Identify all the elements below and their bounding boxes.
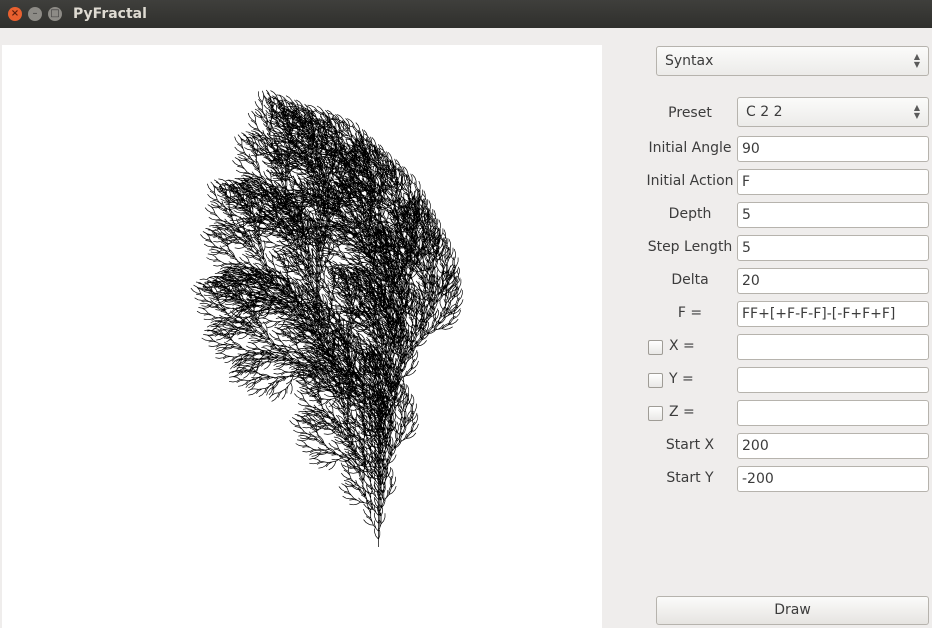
fractal-path [190, 89, 464, 547]
start-y-label: Start Y [666, 470, 714, 486]
draw-button[interactable]: Draw [656, 596, 929, 625]
preset-select-value: C 2 2 [746, 104, 783, 120]
preset-label: Preset [668, 105, 712, 121]
updown-arrows-icon: ▲ ▼ [913, 52, 921, 69]
delta-label: Delta [671, 272, 709, 288]
initial-action-label: Initial Action [646, 173, 734, 189]
x-rule-checkbox[interactable] [648, 340, 663, 355]
initial-angle-label: Initial Angle [648, 140, 732, 156]
updown-arrows-icon: ▲ ▼ [913, 103, 921, 120]
fractal-drawing [190, 89, 464, 547]
start-x-input[interactable]: 200 [737, 433, 929, 459]
title-bar: × – □ PyFractal [0, 0, 932, 28]
y-rule-label: Y = [669, 371, 694, 387]
y-rule-input[interactable] [737, 367, 929, 393]
start-y-input[interactable]: -200 [737, 466, 929, 492]
mode-select[interactable]: Syntax ▲ ▼ [656, 46, 929, 76]
minimize-icon[interactable]: – [28, 7, 42, 21]
x-rule-input[interactable] [737, 334, 929, 360]
step-length-label: Step Length [647, 239, 733, 255]
fractal-canvas [2, 45, 602, 628]
z-rule-checkbox[interactable] [648, 406, 663, 421]
step-length-input[interactable]: 5 [737, 235, 929, 261]
close-icon[interactable]: × [8, 7, 22, 21]
depth-input[interactable]: 5 [737, 202, 929, 228]
start-x-label: Start X [665, 437, 715, 453]
initial-action-input[interactable]: F [737, 169, 929, 195]
x-rule-label: X = [669, 338, 695, 354]
f-rule-input[interactable]: FF+[+F-F-F]-[-F+F+F] [737, 301, 929, 327]
mode-select-value: Syntax [665, 53, 714, 69]
maximize-icon[interactable]: □ [48, 7, 62, 21]
z-rule-label: Z = [669, 404, 695, 420]
preset-select[interactable]: C 2 2 ▲ ▼ [737, 97, 929, 127]
window-title: PyFractal [73, 6, 147, 22]
z-rule-input[interactable] [737, 400, 929, 426]
initial-angle-input[interactable]: 90 [737, 136, 929, 162]
depth-label: Depth [668, 206, 712, 222]
f-rule-label: F = [677, 305, 703, 321]
delta-input[interactable]: 20 [737, 268, 929, 294]
y-rule-checkbox[interactable] [648, 373, 663, 388]
